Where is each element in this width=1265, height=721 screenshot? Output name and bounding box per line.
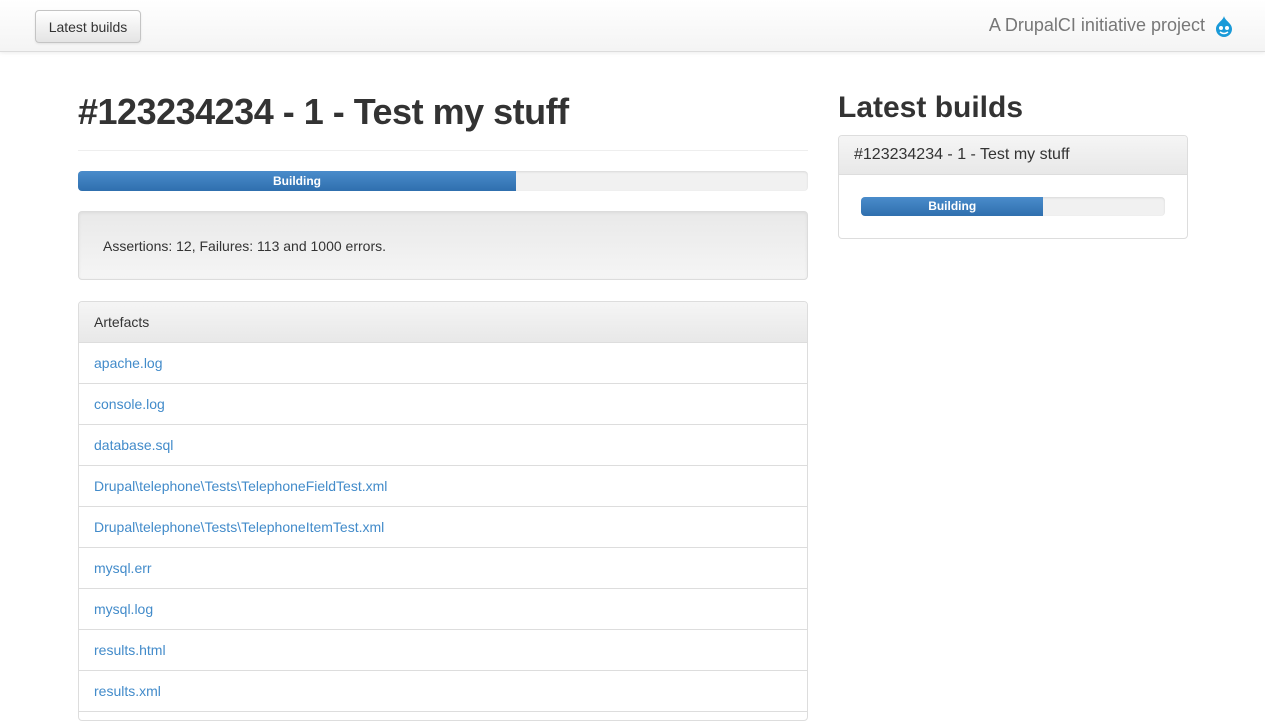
build-progress: Building	[78, 171, 808, 191]
list-item: Drupal\telephone\Tests\TelephoneItemTest…	[79, 507, 807, 548]
list-item: apache.log	[79, 343, 807, 384]
list-item: Drupal\telephone\Tests\TelephoneFieldTes…	[79, 466, 807, 507]
artefact-link[interactable]: database.sql	[94, 437, 173, 453]
latest-builds-button[interactable]: Latest builds	[35, 10, 141, 43]
latest-builds-title: Latest builds	[838, 91, 1024, 124]
artefact-link[interactable]: mysql.err	[94, 560, 152, 576]
list-item: mysql.log	[79, 589, 807, 630]
artefacts-panel: Artefacts apache.log console.log databas…	[78, 301, 808, 721]
artefact-link[interactable]: Drupal\telephone\Tests\TelephoneFieldTes…	[94, 478, 387, 494]
artefacts-heading: Artefacts	[79, 302, 807, 343]
list-item: mysql.err	[79, 548, 807, 589]
build-progress-bar: Building	[78, 171, 516, 191]
artefact-link[interactable]: Drupal\telephone\Tests\TelephoneItemTest…	[94, 519, 384, 535]
artefact-link[interactable]: results.html	[94, 642, 166, 658]
latest-build-panel: #123234234 - 1 - Test my stuff Building	[838, 135, 1188, 239]
artefact-link[interactable]: console.log	[94, 396, 165, 412]
drupal-drop-icon[interactable]	[1213, 15, 1235, 37]
brand-text[interactable]: A DrupalCI initiative project	[989, 15, 1205, 36]
latest-build-progress: Building	[861, 197, 1165, 216]
page-title: #123234234 - 1 - Test my stuff	[78, 91, 569, 132]
list-item: results.xml	[79, 671, 807, 712]
top-navbar: Latest builds A DrupalCI initiative proj…	[0, 0, 1265, 52]
artefact-link[interactable]: mysql.log	[94, 601, 153, 617]
latest-build-progress-bar: Building	[861, 197, 1044, 216]
list-item: console.log	[79, 384, 807, 425]
list-item: results.html	[79, 630, 807, 671]
latest-build-heading[interactable]: #123234234 - 1 - Test my stuff	[839, 136, 1187, 175]
test-summary-well: Assertions: 12, Failures: 113 and 1000 e…	[78, 211, 808, 280]
title-divider	[78, 150, 808, 151]
artefact-link[interactable]: results.xml	[94, 683, 161, 699]
artefact-link[interactable]: apache.log	[94, 355, 163, 371]
list-item: database.sql	[79, 425, 807, 466]
test-summary-text: Assertions: 12, Failures: 113 and 1000 e…	[103, 238, 387, 254]
